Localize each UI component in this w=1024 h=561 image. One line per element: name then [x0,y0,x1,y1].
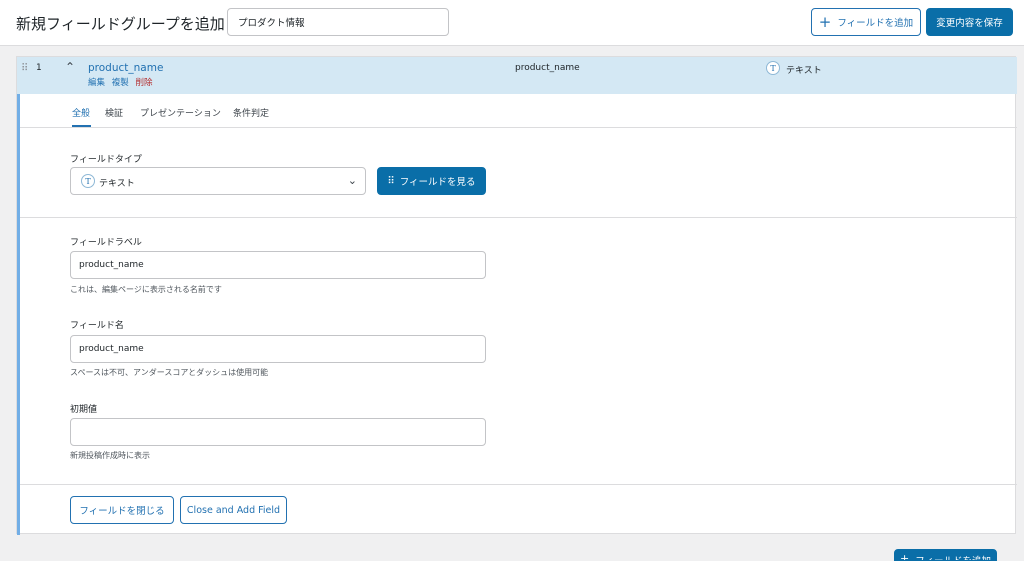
field-name-help: スペースは不可、アンダースコアとダッシュは使用可能 [70,368,269,377]
drag-handle-icon[interactable]: ⠿ [21,63,28,74]
field-name-input[interactable] [70,335,486,363]
field-type-label: フィールドタイプ [70,155,142,165]
tab-presentation[interactable]: プレゼンテーション [140,106,221,119]
delete-link[interactable]: 削除 [135,78,152,88]
chevron-up-icon[interactable]: ⌃ [65,60,75,74]
default-value-label: 初期値 [70,405,98,415]
field-label-input[interactable] [70,251,486,279]
browse-fields-button[interactable]: ⠿ フィールドを見る [377,167,486,195]
add-field-button-bottom[interactable]: + フィールドを追加 [894,549,997,561]
active-tab-indicator [72,125,91,127]
page-title: 新規フィールドグループを追加 [16,15,225,33]
text-type-icon: T [766,61,780,75]
duplicate-link[interactable]: 複製 [112,78,129,88]
field-group-title-input[interactable] [227,8,449,36]
field-type-column: テキスト [786,66,822,76]
add-field-button[interactable]: + フィールドを追加 [811,8,921,36]
chevron-down-icon: ⌄ [347,174,357,187]
add-field-button-bottom-label: フィールドを追加 [915,553,991,560]
field-row[interactable]: ⠿ 1 ⌃ product_name 編集 複製 削除 product_name… [17,57,1017,94]
plus-icon: + [899,552,910,561]
edit-link[interactable]: 編集 [88,78,105,88]
top-bar: 新規フィールドグループを追加 + フィールドを追加 変更内容を保存 [0,0,1024,46]
field-settings: 全般 検証 プレゼンテーション 条件判定 フィールドタイプ T テキスト ⌄ ⠿… [17,94,1017,535]
default-value-help: 新規投稿作成時に表示 [70,451,150,460]
settings-tabs: 全般 検証 プレゼンテーション 条件判定 [20,94,1017,128]
text-type-icon: T [81,174,95,188]
field-name-label: フィールド名 [70,321,124,331]
section-divider [20,217,1017,218]
close-field-button[interactable]: フィールドを閉じる [70,496,174,524]
section-divider [20,484,1017,485]
field-order: 1 [36,63,42,73]
field-name-column: product_name [515,63,580,73]
save-changes-button[interactable]: 変更内容を保存 [926,8,1013,36]
row-actions: 編集 複製 削除 [88,76,152,88]
close-and-add-field-button[interactable]: Close and Add Field [180,496,287,524]
grid-icon: ⠿ [387,175,394,187]
tab-general[interactable]: 全般 [72,106,90,119]
field-type-value: テキスト [99,179,135,189]
field-type-select[interactable]: T テキスト ⌄ [70,167,366,195]
add-field-button-label: フィールドを追加 [837,18,914,29]
field-label-label: フィールドラベル [70,238,142,248]
field-label-help: これは、編集ページに表示される名前です [70,285,222,294]
fields-panel: ⠿ 1 ⌃ product_name 編集 複製 削除 product_name… [16,56,1017,535]
browse-fields-label: フィールドを見る [399,177,476,188]
tab-conditional-logic[interactable]: 条件判定 [233,106,269,119]
default-value-input[interactable] [70,418,486,446]
plus-icon: + [818,12,832,31]
field-label-link[interactable]: product_name [88,62,163,74]
tab-validation[interactable]: 検証 [105,106,123,119]
